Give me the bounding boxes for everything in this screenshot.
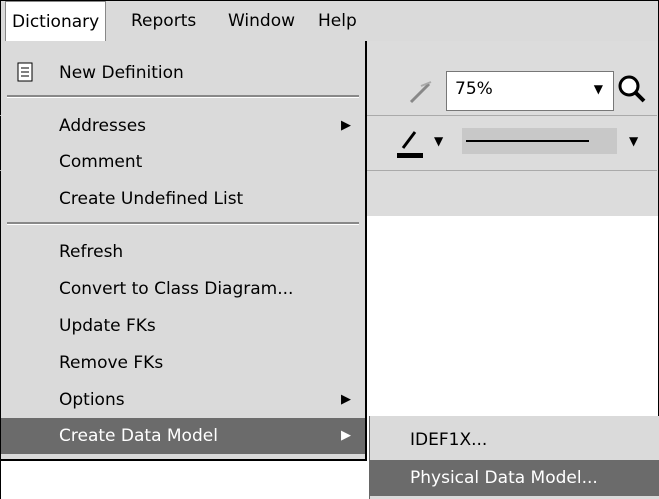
submenu-arrow-icon: ▶ bbox=[341, 428, 351, 443]
line-color-icon[interactable] bbox=[393, 126, 427, 160]
menu-help-label: Help bbox=[318, 11, 357, 31]
menu-item-label: Options bbox=[59, 390, 125, 410]
menu-item-convert-to-class-diagram[interactable]: Convert to Class Diagram... bbox=[1, 271, 365, 307]
magnifier-icon[interactable] bbox=[616, 73, 648, 105]
menu-window-label: Window bbox=[228, 11, 296, 31]
line-style-sample bbox=[466, 140, 589, 142]
menu-item-label: Convert to Class Diagram... bbox=[59, 279, 294, 299]
menu-item-comment[interactable]: Comment bbox=[1, 144, 365, 180]
menu-reports-label: Reports bbox=[131, 11, 197, 31]
line-tool-icon[interactable] bbox=[407, 76, 437, 106]
chevron-down-icon: ▼ bbox=[593, 82, 603, 96]
menu-item-new-definition[interactable]: New Definition bbox=[1, 55, 365, 91]
chevron-down-icon[interactable]: ▼ bbox=[629, 134, 638, 148]
menu-separator bbox=[7, 222, 359, 225]
submenu-item-physical-data-model[interactable]: Physical Data Model... bbox=[370, 460, 659, 496]
document-icon bbox=[17, 62, 33, 82]
menu-separator bbox=[7, 95, 359, 98]
menu-dictionary[interactable]: Dictionary bbox=[5, 1, 107, 42]
menu-item-create-data-model[interactable]: Create Data Model ▶ bbox=[1, 418, 365, 454]
menu-help[interactable]: Help bbox=[312, 1, 363, 41]
create-data-model-submenu: IDEF1X... Physical Data Model... bbox=[369, 416, 659, 499]
menu-item-refresh[interactable]: Refresh bbox=[1, 234, 365, 270]
submenu-arrow-icon: ▶ bbox=[341, 118, 351, 133]
menu-item-label: Physical Data Model... bbox=[410, 468, 598, 488]
submenu-item-idef1x[interactable]: IDEF1X... bbox=[370, 422, 659, 458]
zoom-select[interactable]: 75% ▼ bbox=[446, 71, 614, 111]
menu-dictionary-label: Dictionary bbox=[12, 12, 100, 32]
menu-item-label: Comment bbox=[59, 152, 143, 172]
menu-item-label: Refresh bbox=[59, 242, 124, 262]
menu-item-label: Create Undefined List bbox=[59, 189, 244, 209]
menu-item-update-fks[interactable]: Update FKs bbox=[1, 308, 365, 344]
menu-item-label: IDEF1X... bbox=[410, 430, 488, 450]
menu-item-create-undefined-list[interactable]: Create Undefined List bbox=[1, 181, 365, 217]
dictionary-menu: New Definition Addresses ▶ Comment Creat… bbox=[1, 41, 367, 461]
menu-item-options[interactable]: Options ▶ bbox=[1, 382, 365, 418]
menu-item-label: Create Data Model bbox=[59, 426, 218, 446]
menu-item-remove-fks[interactable]: Remove FKs bbox=[1, 345, 365, 381]
menu-item-label: Update FKs bbox=[59, 316, 156, 336]
menu-bar: Dictionary Reports Window Help bbox=[1, 1, 658, 42]
menu-item-label: Remove FKs bbox=[59, 353, 164, 373]
line-style-select[interactable] bbox=[462, 128, 617, 154]
menu-item-addresses[interactable]: Addresses ▶ bbox=[1, 108, 365, 144]
submenu-arrow-icon: ▶ bbox=[341, 392, 351, 407]
chevron-down-icon[interactable]: ▼ bbox=[434, 134, 443, 148]
menu-reports[interactable]: Reports bbox=[125, 1, 202, 41]
menu-window[interactable]: Window bbox=[222, 1, 301, 41]
menu-item-label: Addresses bbox=[59, 116, 147, 136]
menu-item-label: New Definition bbox=[59, 63, 184, 83]
zoom-value: 75% bbox=[455, 79, 493, 99]
